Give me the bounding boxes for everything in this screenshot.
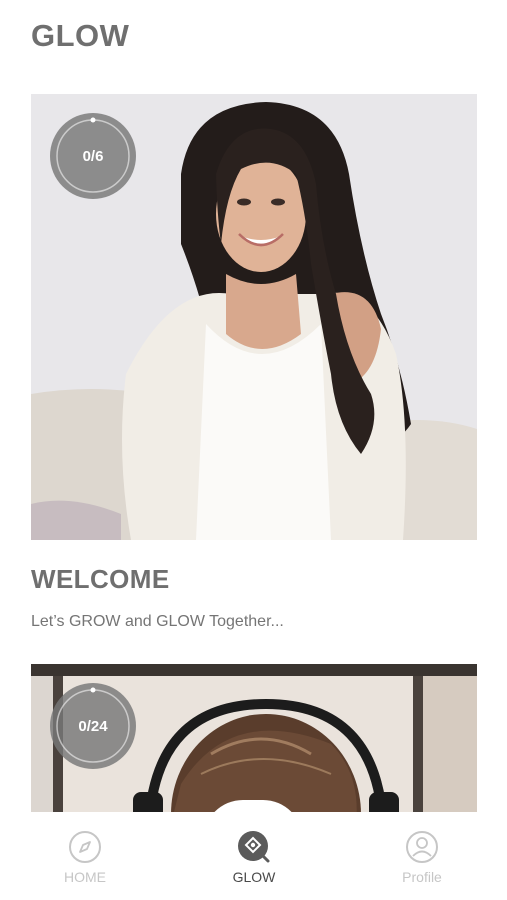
progress-ring: 0/6 <box>50 113 136 199</box>
glow-diamond-icon <box>238 831 270 863</box>
progress-count: 0/6 <box>82 147 104 165</box>
nav-label-glow: GLOW <box>232 869 276 885</box>
progress-count: 0/24 <box>78 717 108 735</box>
app-screen: GLOW 0/6 WELCOME Let’s GROW and GLOW Tog… <box>0 0 507 900</box>
bottom-navigation: HOME GLOW Profile <box>0 800 507 900</box>
compass-icon <box>69 831 101 863</box>
nav-item-home[interactable]: HOME <box>30 830 140 885</box>
welcome-card-image[interactable]: 0/6 <box>31 94 477 540</box>
nav-item-glow[interactable]: GLOW <box>199 830 309 885</box>
progress-ring: 0/24 <box>50 683 136 769</box>
nav-label-home: HOME <box>64 869 106 885</box>
card-subtitle: Let’s GROW and GLOW Together... <box>31 613 284 630</box>
nav-label-profile: Profile <box>402 869 442 885</box>
nav-item-profile[interactable]: Profile <box>367 830 477 885</box>
card-heading: WELCOME <box>31 564 170 594</box>
page-title: GLOW <box>31 18 130 53</box>
profile-icon <box>406 831 438 863</box>
